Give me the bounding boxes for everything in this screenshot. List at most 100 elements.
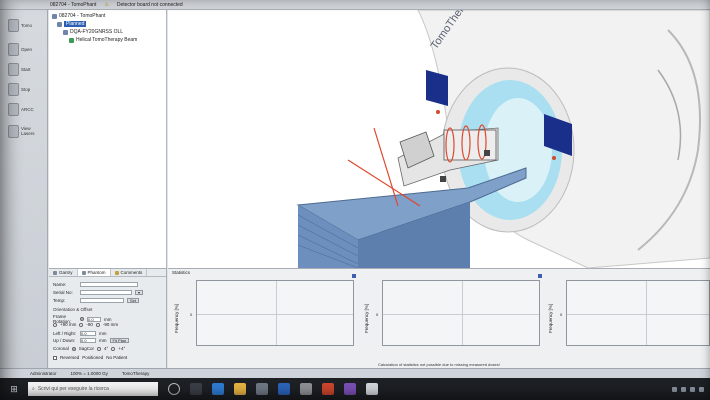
plot-2-corner-icon[interactable] bbox=[538, 274, 542, 278]
edge-icon[interactable] bbox=[212, 383, 224, 395]
store-icon[interactable] bbox=[256, 383, 268, 395]
cortana-icon[interactable] bbox=[168, 383, 180, 395]
tab-phantom[interactable]: Phantom bbox=[77, 269, 111, 276]
arcc-label: ARCC bbox=[21, 106, 34, 112]
histogram-plot-3[interactable] bbox=[566, 280, 710, 346]
serial-dropdown-button[interactable]: ▾ bbox=[135, 290, 144, 295]
app-icon[interactable] bbox=[344, 383, 356, 395]
dropbox-icon[interactable] bbox=[278, 383, 290, 395]
title-bar: 082704 - TomoPhant ⚠ Detector board not … bbox=[0, 0, 710, 10]
machine-render: TomoTherapy bbox=[296, 10, 710, 268]
tomo-button[interactable]: Tomo bbox=[8, 14, 42, 36]
app-label: TomoTherapy bbox=[121, 371, 150, 376]
plot-1-corner-icon[interactable] bbox=[352, 274, 356, 278]
app-icon[interactable] bbox=[300, 383, 312, 395]
serial-label: Serial No: bbox=[53, 290, 73, 295]
left-right-row: Left / Right: 0.0 mm bbox=[53, 331, 107, 336]
up-down-unit: mm bbox=[99, 338, 107, 343]
arcc-button[interactable]: ARCC bbox=[8, 98, 42, 120]
statistics-message: Calculation of statistics not possible d… bbox=[378, 362, 500, 367]
start-button[interactable]: Start bbox=[8, 58, 42, 80]
tray-icon[interactable] bbox=[681, 386, 686, 392]
folder-icon bbox=[8, 42, 19, 56]
tree-node-planned[interactable]: Planned bbox=[57, 21, 87, 27]
plot-1-ylabel: Frequency [%] bbox=[174, 303, 179, 333]
statistics-title: Statistics bbox=[172, 270, 191, 275]
frame-radio[interactable] bbox=[80, 317, 84, 321]
network-icon[interactable] bbox=[690, 386, 695, 392]
properties-panel: Gantry Phantom Comments Name: Serial No:… bbox=[49, 268, 167, 368]
tab-comments[interactable]: Comments bbox=[111, 269, 148, 276]
search-icon: ⌕ bbox=[32, 386, 35, 392]
warning-text: Detector board not connected bbox=[116, 1, 183, 8]
up-down-field[interactable]: 0.0 bbox=[80, 338, 96, 343]
tab-label: Comments bbox=[120, 270, 143, 275]
left-right-field[interactable]: 0.0 bbox=[80, 331, 96, 336]
up-down-row: Up / Down: 0.0 mm Fit Plan bbox=[53, 338, 130, 343]
laser-dot bbox=[552, 156, 556, 160]
coronal-label: Coronal bbox=[53, 346, 69, 351]
patient-icon bbox=[52, 13, 57, 19]
status-bar: Administrator 100% = 1.0000 Gy TomoThera… bbox=[0, 368, 710, 378]
deg4-radio[interactable] bbox=[97, 346, 102, 351]
file-explorer-icon[interactable] bbox=[234, 383, 246, 395]
open-button[interactable]: Open bbox=[8, 38, 42, 60]
plot-gridline bbox=[383, 314, 539, 315]
fit-plan-button[interactable]: Fit Plan bbox=[109, 338, 130, 343]
taskbar-search[interactable]: ⌕ Scrivi qui per eseguire la ricerca bbox=[28, 382, 158, 396]
sagcor-label: SagCor bbox=[78, 346, 95, 351]
tomotherapy-app-icon[interactable] bbox=[366, 383, 378, 395]
deg4-label: 4° bbox=[104, 346, 109, 351]
plot-gridline bbox=[276, 281, 277, 345]
left-right-label: Left / Right: bbox=[53, 331, 77, 336]
stop-label: Stop bbox=[21, 86, 31, 92]
tree-node-patient[interactable]: 082704 - TomoPhant bbox=[52, 13, 105, 19]
option-radio[interactable] bbox=[95, 322, 100, 327]
stop-button[interactable]: Stop bbox=[8, 78, 42, 100]
properties-tabs: Gantry Phantom Comments bbox=[49, 269, 166, 277]
volume-icon[interactable] bbox=[699, 386, 704, 392]
view-lasers-button[interactable]: View Lasers bbox=[8, 120, 42, 142]
patient-id-label: 082704 - TomoPhant bbox=[50, 1, 97, 8]
name-row: Name: bbox=[53, 282, 138, 287]
play-icon bbox=[8, 62, 19, 76]
plot-3-zero: 0 bbox=[560, 312, 563, 317]
screen: 082704 - TomoPhant ⚠ Detector board not … bbox=[0, 0, 710, 400]
statistics-panel: Statistics Frequency [%] 0 Frequency [%]… bbox=[168, 268, 710, 368]
option-label: -90 bbox=[86, 322, 93, 327]
taskbar: ⊞ ⌕ Scrivi qui per eseguire la ricerca bbox=[0, 378, 710, 400]
temp-field[interactable] bbox=[80, 298, 124, 303]
serial-field[interactable] bbox=[80, 290, 132, 295]
name-label: Name: bbox=[53, 282, 67, 287]
tray-icon[interactable] bbox=[672, 386, 677, 392]
status-checks-row: Reversed Positioned No Patient bbox=[53, 355, 127, 360]
3d-view[interactable]: TomoTherapy bbox=[168, 10, 710, 268]
phantom-icon bbox=[81, 270, 86, 275]
start-button[interactable]: ⊞ bbox=[0, 378, 28, 400]
tab-gantry[interactable]: Gantry bbox=[49, 269, 78, 276]
office-icon[interactable] bbox=[322, 383, 334, 395]
histogram-plot-2[interactable] bbox=[382, 280, 540, 346]
phantom-foot bbox=[440, 176, 446, 182]
tomo-icon bbox=[8, 18, 19, 32]
reversed-checkbox[interactable] bbox=[53, 355, 57, 360]
name-field[interactable] bbox=[80, 282, 138, 287]
positioned-label: Positioned bbox=[82, 355, 104, 360]
tree-node-label-selected: Planned bbox=[64, 21, 87, 27]
tree-node-beam[interactable]: Helical TomoTherapy Beam bbox=[69, 37, 137, 43]
option-radio[interactable] bbox=[53, 322, 57, 327]
tree-node-plan[interactable]: DQA-FY20GNRSS OLL bbox=[63, 29, 123, 35]
beam-icon bbox=[69, 37, 74, 43]
histogram-plot-1[interactable] bbox=[196, 280, 354, 346]
plot-3-ylabel: Frequency [%] bbox=[548, 303, 553, 333]
option-radio[interactable] bbox=[79, 322, 84, 327]
set-button[interactable]: Set bbox=[127, 298, 140, 303]
deg4p-label: +4° bbox=[118, 346, 126, 351]
open-label: Open bbox=[21, 46, 33, 52]
task-view-icon[interactable] bbox=[190, 383, 202, 395]
deg4p-radio[interactable] bbox=[111, 346, 116, 351]
temp-label: Temp: bbox=[53, 298, 66, 303]
sagcor-radio[interactable] bbox=[71, 346, 76, 351]
reversed-label: Reversed bbox=[60, 355, 80, 360]
frame-field[interactable]: 0.0 bbox=[87, 316, 101, 322]
